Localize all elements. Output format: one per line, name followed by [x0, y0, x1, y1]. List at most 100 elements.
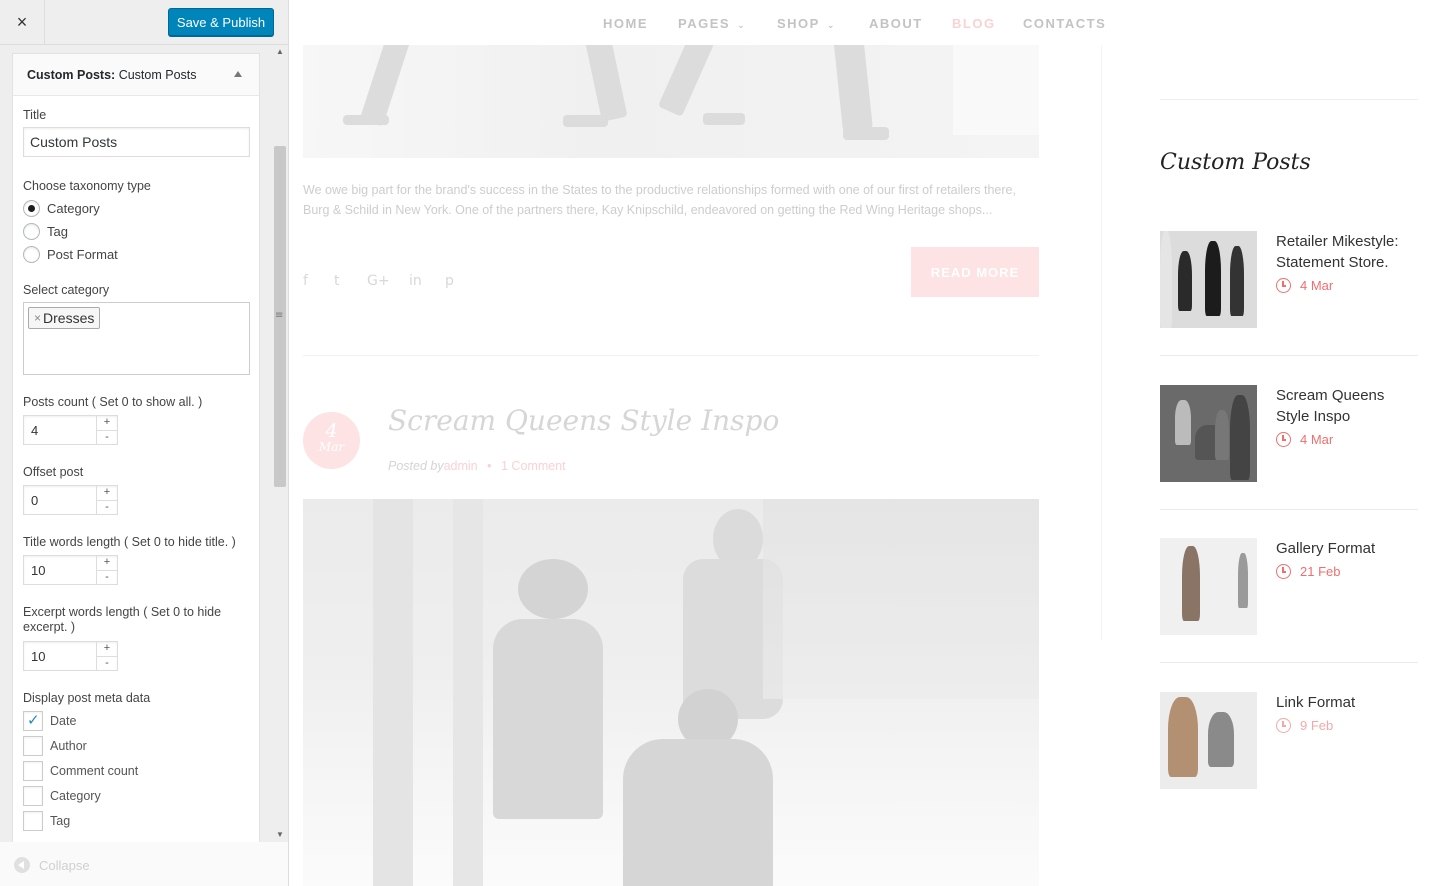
clock-icon	[1276, 718, 1291, 733]
customizer-header: × Save & Publish	[0, 0, 288, 45]
radio-button[interactable]	[23, 245, 40, 263]
post-thumbnail[interactable]	[1160, 692, 1257, 789]
widget-title: Custom Posts: Custom Posts	[27, 68, 197, 82]
decrement-button[interactable]: -	[97, 656, 117, 670]
nav-item-blog[interactable]: BLOG	[952, 16, 996, 31]
checkbox[interactable]	[23, 811, 43, 831]
sidebar-scrollbar[interactable]: ▲ ▼	[272, 45, 288, 841]
collapse-icon	[14, 857, 30, 873]
posts-count-stepper[interactable]: 4 + -	[23, 415, 118, 445]
decrement-button[interactable]: -	[97, 500, 117, 514]
post-author-link[interactable]: admin	[444, 459, 478, 473]
post-thumbnail[interactable]	[1160, 538, 1257, 635]
twitter-icon[interactable]: t	[334, 273, 340, 289]
radio-label: Category	[47, 200, 100, 216]
increment-button[interactable]: +	[97, 486, 117, 500]
radio-label: Tag	[47, 223, 68, 239]
checkbox[interactable]	[23, 786, 43, 806]
collapse-label: Collapse	[39, 857, 90, 873]
nav-item-shop[interactable]: SHOP ⌄	[777, 16, 834, 31]
nav-item-contacts[interactable]: CONTACTS	[1023, 16, 1106, 31]
category-select[interactable]: × Dresses	[23, 302, 250, 375]
radio-button[interactable]	[23, 199, 40, 217]
post-thumbnail[interactable]	[1160, 385, 1257, 482]
nav-item-label: HOME	[603, 16, 648, 31]
collapse-button[interactable]: Collapse	[14, 857, 90, 873]
increment-button[interactable]: +	[97, 642, 117, 656]
scroll-down-icon[interactable]: ▼	[276, 830, 284, 839]
nav-item-label: BLOG	[952, 16, 996, 31]
close-icon[interactable]: ×	[0, 0, 45, 45]
scroll-up-icon[interactable]: ▲	[276, 47, 284, 56]
checkbox-label: Category	[50, 789, 101, 803]
pinterest-icon[interactable]: p	[445, 273, 454, 289]
increment-button[interactable]: +	[97, 556, 117, 570]
increment-button[interactable]: +	[97, 416, 117, 430]
title-input[interactable]	[23, 127, 250, 157]
decrement-button[interactable]: -	[97, 570, 117, 584]
taxonomy-radio-post-format[interactable]: Post Format	[23, 245, 118, 263]
nav-item-label: PAGES	[678, 16, 731, 31]
post-comments-link[interactable]: 1 Comment	[501, 459, 566, 473]
date-day: 4	[325, 420, 338, 442]
meta-checkbox-tag[interactable]: Tag	[23, 811, 70, 831]
custom-post-item: Link Format 9 Feb	[1160, 692, 1418, 846]
offset-stepper[interactable]: 0 + -	[23, 485, 118, 515]
meta-checkbox-date[interactable]: Date	[23, 711, 76, 731]
linkedin-icon[interactable]: in	[409, 273, 422, 289]
checkbox[interactable]	[23, 711, 43, 731]
decrement-button[interactable]: -	[97, 430, 117, 444]
nav-item-label: ABOUT	[869, 16, 923, 31]
title-words-value: 10	[31, 563, 46, 578]
custom-post-title[interactable]: Gallery Format	[1276, 538, 1416, 559]
customizer-sidebar: × Save & Publish Custom Posts: Custom Po…	[0, 0, 289, 886]
meta-checkbox-author[interactable]: Author	[23, 736, 87, 756]
meta-checkbox-category[interactable]: Category	[23, 786, 101, 806]
meta-checkbox-comment-count[interactable]: Comment count	[23, 761, 138, 781]
checkbox-label: Date	[50, 714, 77, 728]
posts-count-value: 4	[31, 423, 39, 438]
radio-button[interactable]	[23, 222, 40, 240]
chevron-down-icon: ⌄	[737, 21, 745, 31]
excerpt-words-label: Excerpt words length ( Set 0 to hide exc…	[23, 605, 222, 634]
content-divider	[1101, 45, 1102, 640]
read-more-button[interactable]: READ MORE	[911, 247, 1039, 297]
chevron-down-icon: ⌄	[826, 21, 835, 31]
widget-title-name: Custom Posts	[118, 68, 197, 82]
excerpt-words-stepper[interactable]: 10 + -	[23, 641, 118, 671]
custom-post-title[interactable]: Link Format	[1276, 692, 1416, 713]
post-image[interactable]	[303, 499, 1039, 886]
custom-post-item: Retailer Mikestyle: Statement Store. 4 Ma…	[1160, 231, 1418, 385]
tag-remove-icon[interactable]: ×	[34, 311, 41, 325]
nav-item-home[interactable]: HOME	[603, 16, 648, 31]
nav-item-label: SHOP	[777, 16, 820, 31]
save-publish-button[interactable]: Save & Publish	[168, 8, 274, 36]
category-tag-label: Dresses	[43, 310, 95, 326]
title-words-stepper[interactable]: 10 + -	[23, 555, 118, 585]
taxonomy-radio-tag[interactable]: Tag	[23, 222, 68, 240]
nav-item-about[interactable]: ABOUT	[869, 16, 923, 31]
site-preview: HOME PAGES ⌄ SHOP ⌄ ABOUT BLOG CONTACTS We owe …	[289, 0, 1433, 886]
post-title[interactable]: Scream Queens Style Inspo	[388, 404, 779, 437]
post-date-badge: 4 Mar	[303, 412, 360, 469]
google-plus-icon[interactable]: G+	[367, 273, 390, 289]
post-divider	[303, 355, 1039, 356]
nav-item-pages[interactable]: PAGES ⌄	[678, 16, 745, 31]
taxonomy-radio-category[interactable]: Category	[23, 199, 100, 217]
facebook-icon[interactable]: f	[303, 273, 308, 289]
post-meta: Posted byadmin • 1 Comment	[388, 459, 566, 473]
custom-posts-widget-panel: Custom Posts: Custom Posts Title Choose …	[12, 53, 260, 853]
widget-header[interactable]: Custom Posts: Custom Posts	[13, 54, 259, 96]
checkbox-label: Author	[50, 739, 87, 753]
title-label: Title	[23, 108, 47, 122]
custom-post-title[interactable]: Retailer Mikestyle: Statement Store.	[1276, 231, 1416, 273]
custom-post-title[interactable]: Scream Queens Style Inspo	[1276, 385, 1416, 427]
post-image[interactable]	[303, 45, 1039, 158]
post-thumbnail[interactable]	[1160, 231, 1257, 328]
checkbox[interactable]	[23, 761, 43, 781]
resize-grip-icon[interactable]: ≡	[275, 310, 283, 321]
collapse-arrow-icon[interactable]	[231, 67, 245, 81]
checkbox[interactable]	[23, 736, 43, 756]
widget-title-prefix: Custom Posts:	[27, 68, 116, 82]
meta-label: Display post meta data	[23, 691, 151, 705]
